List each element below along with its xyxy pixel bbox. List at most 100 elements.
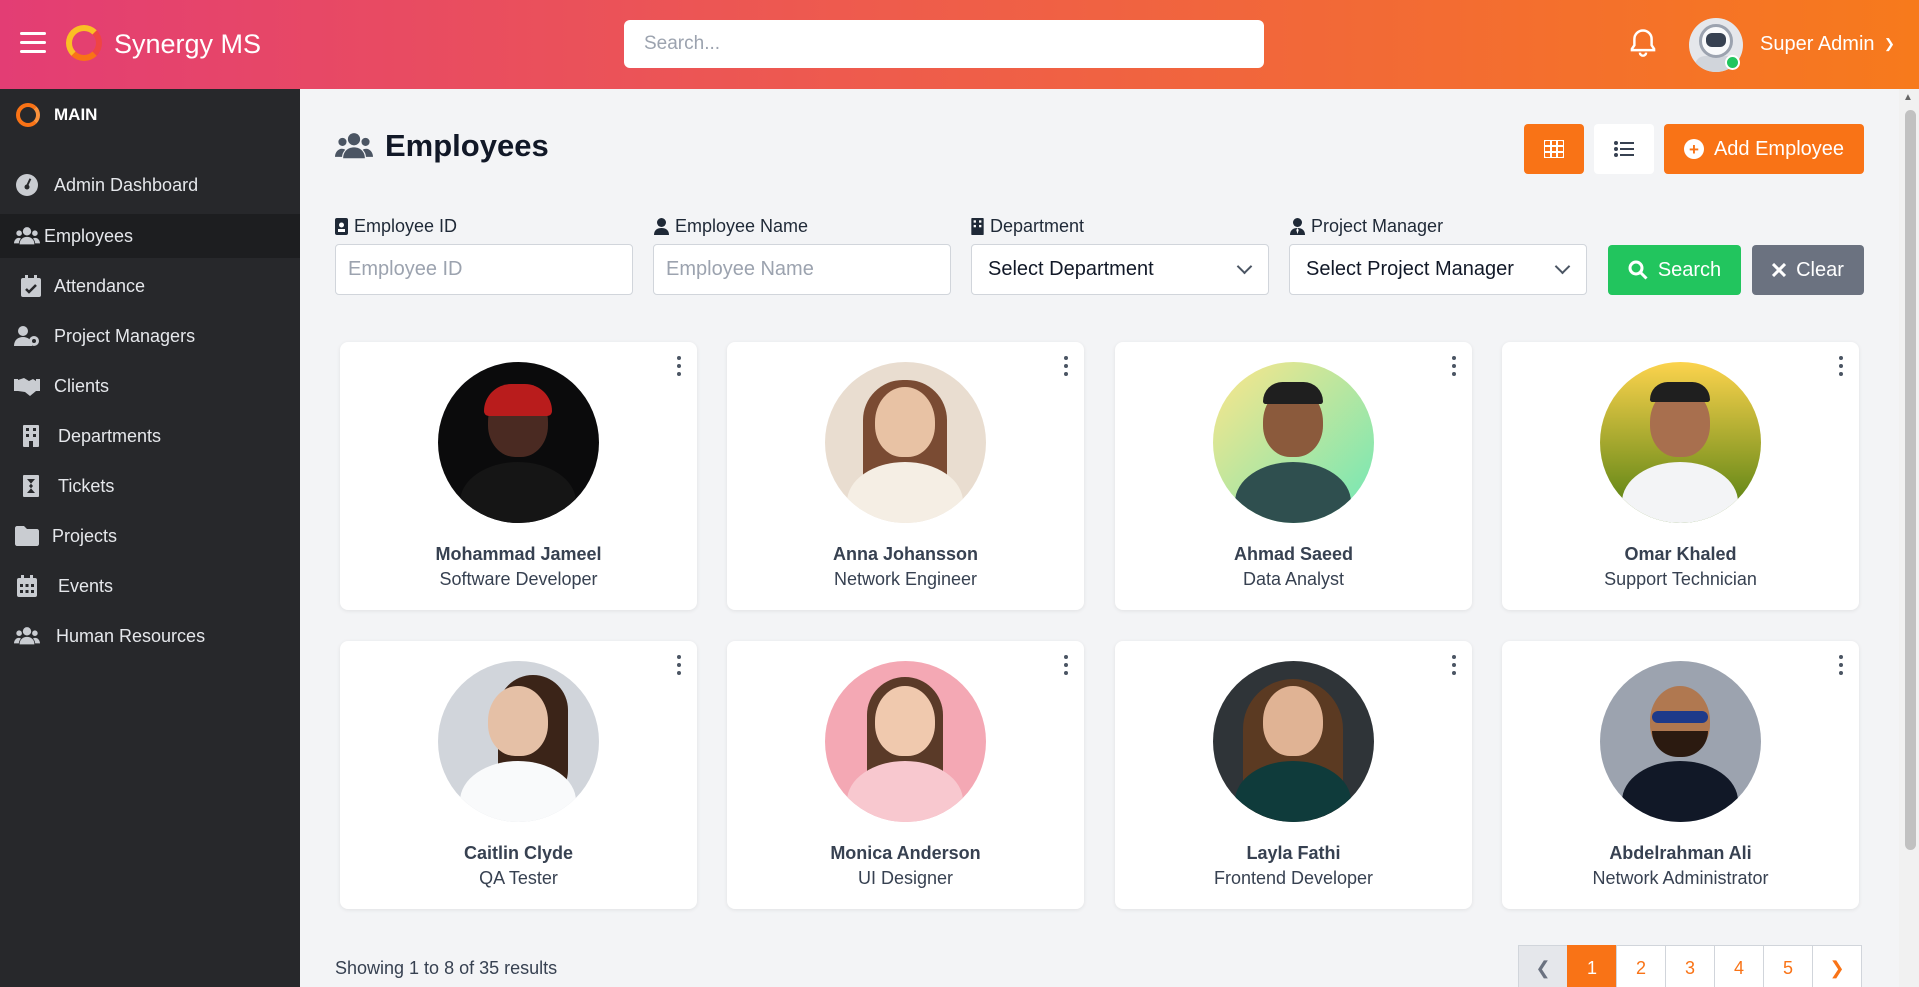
sidebar-section-main: MAIN [16,103,97,127]
more-options-icon[interactable] [1833,655,1849,675]
user-icon [654,218,669,235]
employee-card[interactable]: Monica Anderson UI Designer [727,641,1084,909]
scrollbar-thumb[interactable] [1905,110,1916,850]
employee-name: Abdelrahman Ali [1609,843,1752,863]
employee-name: Omar Khaled [1624,544,1737,564]
building-icon [971,218,984,235]
department-label-text: Department [990,216,1085,236]
employee-card[interactable]: Abdelrahman Ali Network Administrator [1502,641,1859,909]
folder-icon [14,524,40,548]
more-options-icon[interactable] [671,356,687,376]
employee-role: Data Analyst [1242,569,1345,589]
notification-bell-icon[interactable] [1628,28,1658,60]
employee-card[interactable]: Caitlin Clyde QA Tester [340,641,697,909]
employee-photo [438,362,599,523]
sidebar-item-attendance[interactable]: Attendance [0,264,300,308]
more-options-icon[interactable] [1446,356,1462,376]
employee-photo [1600,362,1761,523]
chevron-down-icon[interactable]: ❯ [1884,36,1895,52]
sidebar-item-label: Clients [54,375,110,396]
more-options-icon[interactable] [1058,655,1074,675]
handshake-icon [14,374,40,398]
next-page-button[interactable]: ❯ [1812,945,1862,987]
page-button-2[interactable]: 2 [1616,945,1666,987]
employee-role: QA Tester [479,868,558,888]
chevron-left-icon: ❮ [1535,957,1551,978]
user-name[interactable]: Super Admin [1760,33,1875,56]
page-button-5[interactable]: 5 [1763,945,1813,987]
project-manager-select-value: Select Project Manager [1306,258,1514,280]
sidebar-item-clients[interactable]: Clients [0,364,300,408]
employee-photo [825,362,986,523]
employee-card[interactable]: Omar Khaled Support Technician [1502,342,1859,610]
employee-photo [825,661,986,822]
sidebar-item-admin-dashboard[interactable]: Admin Dashboard [0,163,300,207]
project-manager-label-text: Project Manager [1311,216,1444,236]
employee-name: Ahmad Saeed [1233,544,1354,564]
sidebar-item-label: Departments [58,425,162,446]
calendar-icon [14,574,40,598]
employee-card[interactable]: Layla Fathi Frontend Developer [1115,641,1472,909]
prev-page-button[interactable]: ❮ [1518,945,1568,987]
employee-role: Frontend Developer [1213,868,1374,888]
grid-icon [1544,140,1564,158]
chevron-right-icon: ❯ [1829,957,1845,978]
page-button-3[interactable]: 3 [1665,945,1715,987]
pagination: ❮ 1 2 3 4 5 ❯ [1518,945,1862,987]
more-options-icon[interactable] [1446,655,1462,675]
sidebar-item-label: Project Managers [54,325,196,346]
close-icon [1772,263,1787,277]
employee-role: Network Engineer [833,569,978,589]
sidebar-item-employees[interactable]: Employees [0,214,300,258]
user-tie-icon [1290,218,1305,235]
page-button-1[interactable]: 1 [1567,945,1617,987]
sidebar-item-human-resources[interactable]: Human Resources [0,614,300,658]
more-options-icon[interactable] [671,655,687,675]
gauge-icon [14,173,40,197]
page-button-4[interactable]: 4 [1714,945,1764,987]
sidebar-item-project-managers[interactable]: Project Managers [0,314,300,358]
sidebar-item-events[interactable]: Events [0,564,300,608]
search-button-label: Search [1657,258,1722,281]
sidebar: MAIN Admin Dashboard Employees Attendanc… [0,89,300,987]
sidebar-item-projects[interactable]: Projects [0,514,300,558]
page-title: Employees [335,128,549,164]
department-label: Department [971,216,1084,237]
search-button[interactable]: Search [1608,245,1741,295]
employee-id-input[interactable] [335,244,633,295]
employee-name: Caitlin Clyde [463,843,574,863]
users-icon [335,133,373,159]
sidebar-item-label: Attendance [54,275,146,296]
scroll-up-arrow-icon[interactable]: ▲ [1903,92,1913,103]
sidebar-item-label: Human Resources [56,625,206,646]
employee-card[interactable]: Ahmad Saeed Data Analyst [1115,342,1472,610]
online-status-dot [1725,55,1740,70]
sidebar-item-tickets[interactable]: Tickets [0,464,300,508]
employee-role: Software Developer [439,569,598,589]
grid-view-button[interactable] [1524,124,1584,174]
employee-name-label-text: Employee Name [675,216,809,236]
users-icon [14,224,40,248]
department-select[interactable]: Select Department [971,244,1269,295]
employee-card[interactable]: Mohammad Jameel Software Developer [340,342,697,610]
ticket-icon [18,474,44,498]
sidebar-item-label: Projects [52,525,118,546]
employee-photo [1600,661,1761,822]
project-manager-select[interactable]: Select Project Manager [1289,244,1587,295]
more-options-icon[interactable] [1058,356,1074,376]
employee-role: Network Administrator [1592,868,1769,888]
page-title-text: Employees [385,128,549,163]
employee-role: UI Designer [857,868,954,888]
more-options-icon[interactable] [1833,356,1849,376]
clear-button[interactable]: Clear [1752,245,1864,295]
employee-role: Support Technician [1604,569,1757,589]
employee-name-label: Employee Name [654,216,808,237]
sidebar-item-departments[interactable]: Departments [0,414,300,458]
sidebar-item-label: Tickets [58,475,115,496]
employee-card[interactable]: Anna Johansson Network Engineer [727,342,1084,610]
list-view-button[interactable] [1594,124,1654,174]
global-search-input[interactable] [624,20,1264,68]
add-employee-button[interactable]: + Add Employee [1664,124,1864,174]
hamburger-menu-icon[interactable] [20,32,46,54]
employee-name-input[interactable] [653,244,951,295]
